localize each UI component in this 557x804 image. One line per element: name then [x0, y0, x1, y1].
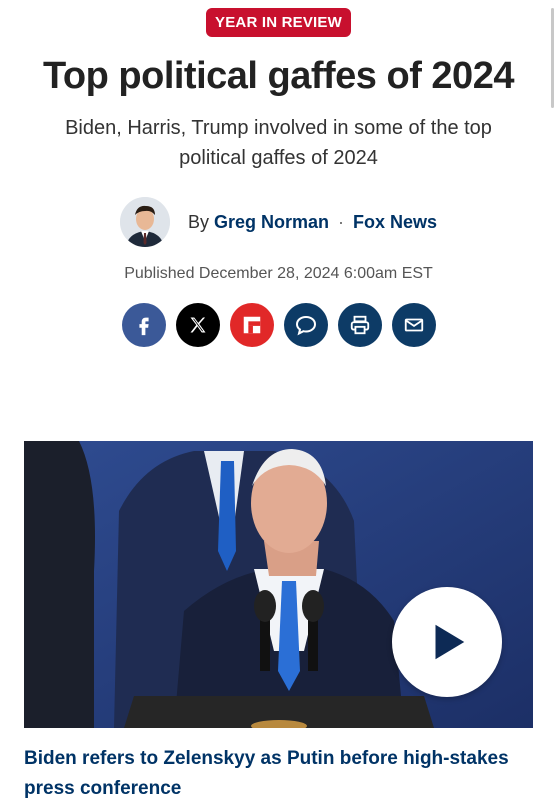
print-button[interactable]: [337, 303, 382, 347]
flipboard-share-button[interactable]: [229, 303, 274, 347]
eyebrow-container: YEAR IN REVIEW: [0, 0, 557, 37]
x-icon: [190, 317, 205, 333]
byline-separator: ·: [338, 211, 345, 232]
facebook-icon: [138, 317, 149, 336]
comment-icon: [295, 315, 316, 336]
byline-text: By Greg Norman · Fox News: [188, 212, 437, 233]
share-bar: [0, 303, 557, 347]
facebook-share-button[interactable]: [121, 303, 166, 347]
comments-button[interactable]: [283, 303, 328, 347]
published-date: Published December 28, 2024 6:00am EST: [124, 265, 433, 282]
byline: By Greg Norman · Fox News: [0, 197, 557, 247]
x-share-button[interactable]: [175, 303, 220, 347]
email-icon: [404, 318, 423, 332]
eyebrow-badge[interactable]: YEAR IN REVIEW: [206, 8, 351, 37]
play-icon: [435, 624, 465, 660]
print-icon: [350, 315, 369, 335]
page-scrollbar[interactable]: [551, 8, 554, 108]
video-player[interactable]: [24, 441, 533, 728]
author-link[interactable]: Greg Norman: [214, 212, 329, 232]
article-subheadline: Biden, Harris, Trump involved in some of…: [65, 117, 492, 169]
flipboard-icon: [243, 316, 260, 334]
video-caption[interactable]: Biden refers to Zelenskyy as Putin befor…: [24, 744, 533, 804]
author-photo-icon: [119, 197, 170, 247]
byline-prefix: By: [187, 211, 209, 232]
outlet-link[interactable]: Fox News: [353, 212, 437, 232]
play-button[interactable]: [392, 587, 502, 697]
author-avatar[interactable]: [119, 197, 170, 247]
article-headline: Top political gaffes of 2024: [43, 55, 514, 97]
email-share-button[interactable]: [391, 303, 436, 347]
